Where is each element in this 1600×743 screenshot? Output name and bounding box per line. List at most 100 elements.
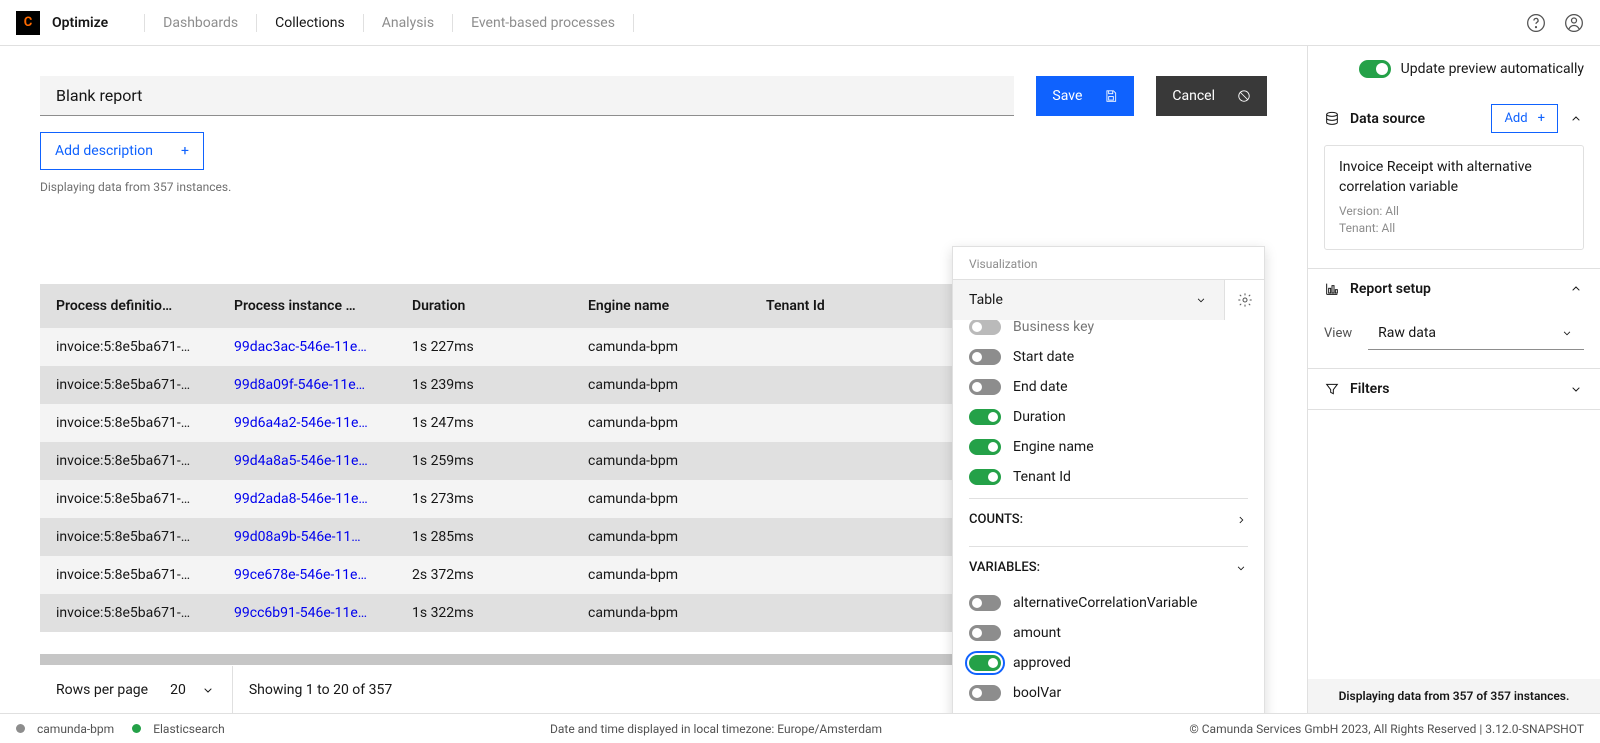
nav-analysis[interactable]: Analysis bbox=[364, 0, 452, 45]
table-cell: invoice:5:8e5ba671-… bbox=[40, 328, 218, 366]
sidepanel-footer: Displaying data from 357 of 357 instance… bbox=[1308, 679, 1600, 713]
toggle-label: Engine name bbox=[1013, 439, 1094, 455]
database-icon bbox=[1324, 111, 1340, 127]
report-title-input[interactable]: Blank report bbox=[40, 76, 1014, 116]
sidepanel: Update preview automatically Data source… bbox=[1307, 46, 1600, 713]
toggle-switch[interactable] bbox=[969, 320, 1001, 335]
copyright: © Camunda Services GmbH 2023, All Rights… bbox=[1189, 722, 1584, 736]
data-source-tenant: Tenant: All bbox=[1339, 220, 1569, 237]
table-cell: 1s 247ms bbox=[396, 404, 572, 442]
main: Blank report Save Cancel Add description… bbox=[0, 46, 1307, 713]
toggle-switch[interactable] bbox=[969, 685, 1001, 701]
table-cell: 1s 322ms bbox=[396, 594, 572, 632]
chevron-down-icon bbox=[1234, 561, 1248, 575]
table-cell[interactable]: 99ce678e-546e-11e… bbox=[218, 556, 396, 594]
counts-section[interactable]: COUNTS: bbox=[969, 498, 1248, 540]
topbar: C Optimize Dashboards Collections Analys… bbox=[0, 0, 1600, 46]
chevron-down-icon[interactable] bbox=[1568, 381, 1584, 397]
rows-per-page-label: Rows per page bbox=[56, 682, 148, 698]
toggle-row: End date bbox=[969, 372, 1248, 402]
visualization-select[interactable]: Table bbox=[953, 280, 1224, 320]
table-cell[interactable]: 99dac3ac-546e-11e… bbox=[218, 328, 396, 366]
save-icon bbox=[1104, 89, 1118, 103]
chevron-down-icon[interactable] bbox=[200, 682, 216, 698]
toggle-row: alternativeCorrelationVariable bbox=[969, 588, 1248, 618]
help-icon[interactable] bbox=[1526, 13, 1546, 33]
view-select[interactable]: Raw data bbox=[1368, 317, 1584, 350]
toggle-switch[interactable] bbox=[969, 439, 1001, 455]
toggle-row: Tenant Id bbox=[969, 462, 1248, 492]
toggle-label: amount bbox=[1013, 625, 1061, 641]
app-name: Optimize bbox=[52, 15, 108, 31]
toggle-switch[interactable] bbox=[969, 469, 1001, 485]
save-button[interactable]: Save bbox=[1036, 76, 1134, 116]
table-cell: camunda-bpm bbox=[572, 594, 750, 632]
table-cell: 1s 239ms bbox=[396, 366, 572, 404]
toggle-row: Business key bbox=[969, 320, 1248, 342]
footer: camunda-bpm Elasticsearch Date and time … bbox=[0, 713, 1600, 743]
add-data-source-button[interactable]: Add + bbox=[1491, 104, 1558, 133]
cancel-icon bbox=[1237, 89, 1251, 103]
data-source-card[interactable]: Invoice Receipt with alternative correla… bbox=[1324, 145, 1584, 250]
nav-collections[interactable]: Collections bbox=[257, 0, 363, 45]
table-cell: invoice:5:8e5ba671-… bbox=[40, 594, 218, 632]
chevron-up-icon[interactable] bbox=[1568, 111, 1584, 127]
toggle-switch[interactable] bbox=[969, 349, 1001, 365]
nav-dashboards[interactable]: Dashboards bbox=[145, 0, 256, 45]
report-title-text: Blank report bbox=[56, 86, 142, 105]
col-duration[interactable]: Duration bbox=[396, 284, 572, 328]
col-engine[interactable]: Engine name bbox=[572, 284, 750, 328]
table-cell: 1s 227ms bbox=[396, 328, 572, 366]
account-icon[interactable] bbox=[1564, 13, 1584, 33]
plus-icon: + bbox=[181, 143, 189, 159]
toggle-label: Business key bbox=[1013, 320, 1094, 335]
report-setup-title: Report setup bbox=[1350, 281, 1558, 297]
table-cell: camunda-bpm bbox=[572, 518, 750, 556]
table-cell: 2s 372ms bbox=[396, 556, 572, 594]
chevron-up-icon[interactable] bbox=[1568, 281, 1584, 297]
table-cell[interactable]: 99d08a9b-546e-11… bbox=[218, 518, 396, 556]
toggle-row: boolVar bbox=[969, 678, 1248, 708]
cancel-button[interactable]: Cancel bbox=[1156, 76, 1267, 116]
toggle-switch[interactable] bbox=[969, 379, 1001, 395]
table-cell: invoice:5:8e5ba671-… bbox=[40, 442, 218, 480]
data-source-card-title: Invoice Receipt with alternative correla… bbox=[1339, 158, 1569, 197]
table-cell: invoice:5:8e5ba671-… bbox=[40, 556, 218, 594]
filters-title: Filters bbox=[1350, 381, 1558, 397]
col-process-inst[interactable]: Process instance … bbox=[218, 284, 396, 328]
table-cell[interactable]: 99d2ada8-546e-11e… bbox=[218, 480, 396, 518]
chevron-right-icon bbox=[1234, 513, 1248, 527]
filters-section: Filters bbox=[1308, 369, 1600, 410]
table-cell: 1s 273ms bbox=[396, 480, 572, 518]
table-cell[interactable]: 99d6a4a2-546e-11e… bbox=[218, 404, 396, 442]
table-cell: camunda-bpm bbox=[572, 480, 750, 518]
update-preview-toggle[interactable] bbox=[1359, 60, 1391, 78]
col-process-def[interactable]: Process definitio… bbox=[40, 284, 218, 328]
chart-icon bbox=[1324, 281, 1340, 297]
toggle-switch[interactable] bbox=[969, 595, 1001, 611]
cancel-label: Cancel bbox=[1172, 88, 1215, 104]
engine-elasticsearch: Elasticsearch bbox=[153, 722, 225, 736]
toggle-switch[interactable] bbox=[969, 655, 1001, 671]
toggle-switch[interactable] bbox=[969, 625, 1001, 641]
data-source-version: Version: All bbox=[1339, 203, 1569, 220]
table-cell: camunda-bpm bbox=[572, 556, 750, 594]
data-source-title: Data source bbox=[1350, 111, 1481, 127]
table-cell[interactable]: 99cc6b91-546e-11e… bbox=[218, 594, 396, 632]
toggle-row: clarified bbox=[969, 708, 1248, 713]
gear-icon[interactable] bbox=[1224, 280, 1264, 320]
view-value: Raw data bbox=[1378, 325, 1436, 341]
timezone-text: Date and time displayed in local timezon… bbox=[243, 722, 1190, 736]
nav: Dashboards Collections Analysis Event-ba… bbox=[144, 0, 634, 45]
add-description-button[interactable]: Add description + bbox=[40, 132, 204, 170]
toggle-switch[interactable] bbox=[969, 409, 1001, 425]
table-cell: invoice:5:8e5ba671-… bbox=[40, 404, 218, 442]
table-cell[interactable]: 99d4a8a5-546e-11e… bbox=[218, 442, 396, 480]
rows-per-page-value[interactable]: 20 bbox=[170, 682, 186, 698]
nav-event-based[interactable]: Event-based processes bbox=[453, 0, 633, 45]
variables-section[interactable]: VARIABLES: bbox=[969, 546, 1248, 588]
save-label: Save bbox=[1052, 88, 1082, 104]
toggle-label: Start date bbox=[1013, 349, 1074, 365]
table-cell[interactable]: 99d8a09f-546e-11e… bbox=[218, 366, 396, 404]
toggle-row: Duration bbox=[969, 402, 1248, 432]
